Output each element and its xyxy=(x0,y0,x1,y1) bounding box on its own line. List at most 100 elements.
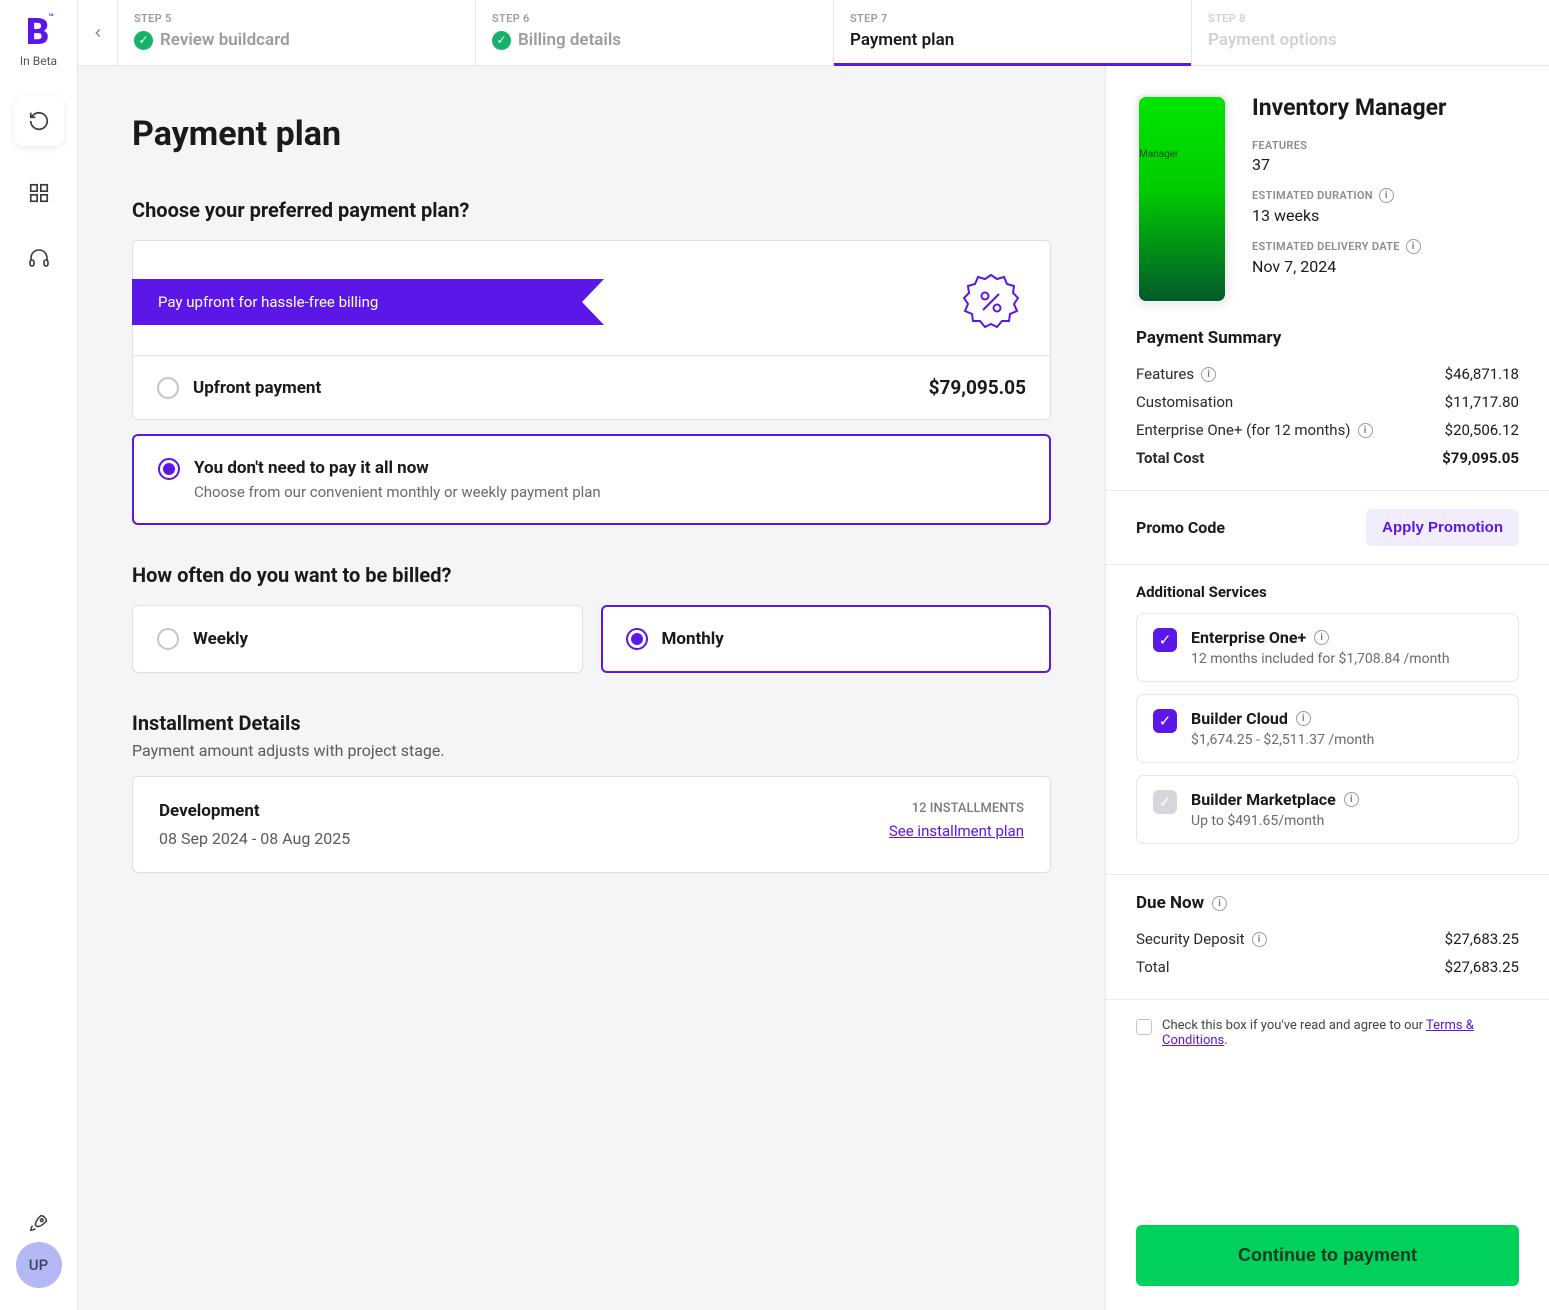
service-enterprise[interactable]: ✓ Enterprise One+i 12 months included fo… xyxy=(1136,613,1519,682)
grid-icon xyxy=(28,182,50,204)
choose-plan-heading: Choose your preferred payment plan? xyxy=(132,198,1051,222)
monthly-label: Monthly xyxy=(662,629,724,649)
line-features-label: Features xyxy=(1136,365,1194,383)
nav-apps[interactable] xyxy=(20,174,58,212)
check-icon: ✓ xyxy=(492,31,511,50)
info-icon[interactable]: i xyxy=(1379,188,1394,203)
stepper: STEP 5 ✓ Review buildcard STEP 6 ✓ Billi… xyxy=(78,0,1549,66)
line-custom-label: Customisation xyxy=(1136,393,1233,411)
headset-icon xyxy=(27,247,51,271)
step-num: STEP 6 xyxy=(492,12,817,25)
service-marketplace[interactable]: ✓ Builder Marketplace i Up to $491.65/mon… xyxy=(1136,775,1519,844)
service-cloud[interactable]: ✓ Builder Cloud i $1,674.25 - $2,511.37 /… xyxy=(1136,694,1519,763)
checkbox-unchecked-icon: ✓ xyxy=(1153,790,1177,814)
info-icon[interactable]: i xyxy=(1212,896,1227,911)
info-icon[interactable]: i xyxy=(1201,367,1216,382)
step-payment-options: STEP 8 Payment options xyxy=(1192,0,1549,65)
terms-checkbox[interactable] xyxy=(1136,1019,1152,1035)
undo-button[interactable] xyxy=(14,96,64,146)
radio-selected-icon xyxy=(626,628,648,650)
upfront-label: Upfront payment xyxy=(193,378,321,398)
chevron-left-icon xyxy=(91,26,105,40)
step-num: STEP 8 xyxy=(1208,12,1533,25)
upfront-plan-card: Pay upfront for hassle-free billing xyxy=(132,240,1051,420)
summary-panel: Manager Inventory Manager FEATURES 37 ES… xyxy=(1105,66,1549,1310)
brand-logo[interactable]: B™ In Beta xyxy=(20,14,57,68)
info-icon[interactable]: i xyxy=(1344,792,1359,807)
step-title: Review buildcard xyxy=(160,30,290,50)
undo-icon xyxy=(28,110,50,132)
payment-summary-heading: Payment Summary xyxy=(1136,328,1519,348)
see-installment-link[interactable]: See installment plan xyxy=(889,822,1024,840)
info-icon[interactable]: i xyxy=(1252,932,1267,947)
features-value: 37 xyxy=(1252,155,1446,174)
upfront-price: $79,095.05 xyxy=(929,376,1026,399)
installment-dates: 08 Sep 2024 - 08 Aug 2025 xyxy=(159,829,350,848)
step-billing-details[interactable]: STEP 6 ✓ Billing details xyxy=(476,0,834,65)
due-now-heading: Due Now xyxy=(1136,893,1204,913)
nav-launch[interactable] xyxy=(20,1204,58,1242)
content-area: Payment plan Choose your preferred payme… xyxy=(78,66,1105,1310)
project-title: Inventory Manager xyxy=(1252,94,1446,121)
step-title: Payment options xyxy=(1208,30,1337,50)
step-title: Billing details xyxy=(518,30,621,50)
line-total-value: $79,095.05 xyxy=(1442,449,1519,467)
step-num: STEP 5 xyxy=(134,12,459,25)
step-back-button[interactable] xyxy=(78,0,118,65)
service-title: Builder Marketplace xyxy=(1191,790,1336,809)
due-total-value: $27,683.25 xyxy=(1445,958,1519,976)
service-subtitle: 12 months included for $1,708.84 /month xyxy=(1191,651,1450,667)
info-icon[interactable]: i xyxy=(1314,630,1329,645)
line-total-label: Total Cost xyxy=(1136,449,1204,467)
upfront-option[interactable]: Upfront payment $79,095.05 xyxy=(133,355,1050,419)
deposit-value: $27,683.25 xyxy=(1445,930,1519,948)
line-features-value: $46,871.18 xyxy=(1445,365,1519,383)
check-icon: ✓ xyxy=(134,31,153,50)
info-icon[interactable]: i xyxy=(1406,239,1421,254)
upfront-ribbon: Pay upfront for hassle-free billing xyxy=(132,279,582,325)
due-total-label: Total xyxy=(1136,958,1170,976)
logo-subtitle: In Beta xyxy=(20,54,57,68)
terms-prefix: Check this box if you've read and agree … xyxy=(1162,1018,1426,1033)
nav-support[interactable] xyxy=(20,240,58,278)
service-title: Builder Cloud xyxy=(1191,709,1288,728)
additional-services-heading: Additional Services xyxy=(1136,583,1519,601)
avatar[interactable]: UP xyxy=(16,1242,62,1288)
service-subtitle: $1,674.25 - $2,511.37 /month xyxy=(1191,732,1374,748)
weekly-label: Weekly xyxy=(193,629,248,649)
info-icon[interactable]: i xyxy=(1296,711,1311,726)
checkbox-checked-icon: ✓ xyxy=(1153,709,1177,733)
features-label: FEATURES xyxy=(1252,139,1446,152)
terms-row: Check this box if you've read and agree … xyxy=(1106,999,1549,1066)
service-subtitle: Up to $491.65/month xyxy=(1191,813,1359,829)
checkbox-checked-icon: ✓ xyxy=(1153,628,1177,652)
flex-title: You don't need to pay it all now xyxy=(194,458,601,478)
page-title: Payment plan xyxy=(132,114,1051,154)
continue-to-payment-button[interactable]: Continue to payment xyxy=(1136,1225,1519,1286)
radio-unselected-icon xyxy=(157,628,179,650)
step-num: STEP 7 xyxy=(850,12,1175,25)
apply-promotion-button[interactable]: Apply Promotion xyxy=(1366,509,1519,546)
preview-label: Manager xyxy=(1139,149,1178,160)
delivery-value: Nov 7, 2024 xyxy=(1252,257,1446,276)
discount-badge-icon xyxy=(960,271,1022,333)
terms-text: Check this box if you've read and agree … xyxy=(1162,1018,1519,1048)
freq-weekly[interactable]: Weekly xyxy=(132,605,583,673)
logo-tm: ™ xyxy=(48,13,52,23)
installment-card: Development 08 Sep 2024 - 08 Aug 2025 12… xyxy=(132,776,1051,873)
flex-plan-card[interactable]: You don't need to pay it all now Choose … xyxy=(132,434,1051,525)
step-title: Payment plan xyxy=(850,30,954,50)
step-review-buildcard[interactable]: STEP 5 ✓ Review buildcard xyxy=(118,0,476,65)
billing-frequency-heading: How often do you want to be billed? xyxy=(132,563,1051,587)
duration-label: ESTIMATED DURATION xyxy=(1252,189,1373,202)
step-payment-plan[interactable]: STEP 7 Payment plan xyxy=(834,0,1192,65)
radio-unselected-icon xyxy=(157,377,179,399)
line-enterprise-label: Enterprise One+ (for 12 months) xyxy=(1136,421,1351,439)
installment-heading: Installment Details xyxy=(132,711,1051,735)
info-icon[interactable]: i xyxy=(1358,423,1373,438)
project-preview: Manager xyxy=(1136,94,1228,304)
freq-monthly[interactable]: Monthly xyxy=(601,605,1052,673)
installment-subtitle: Payment amount adjusts with project stag… xyxy=(132,741,1051,760)
logo-letter: B xyxy=(26,11,47,53)
delivery-label: ESTIMATED DELIVERY DATE xyxy=(1252,240,1400,253)
